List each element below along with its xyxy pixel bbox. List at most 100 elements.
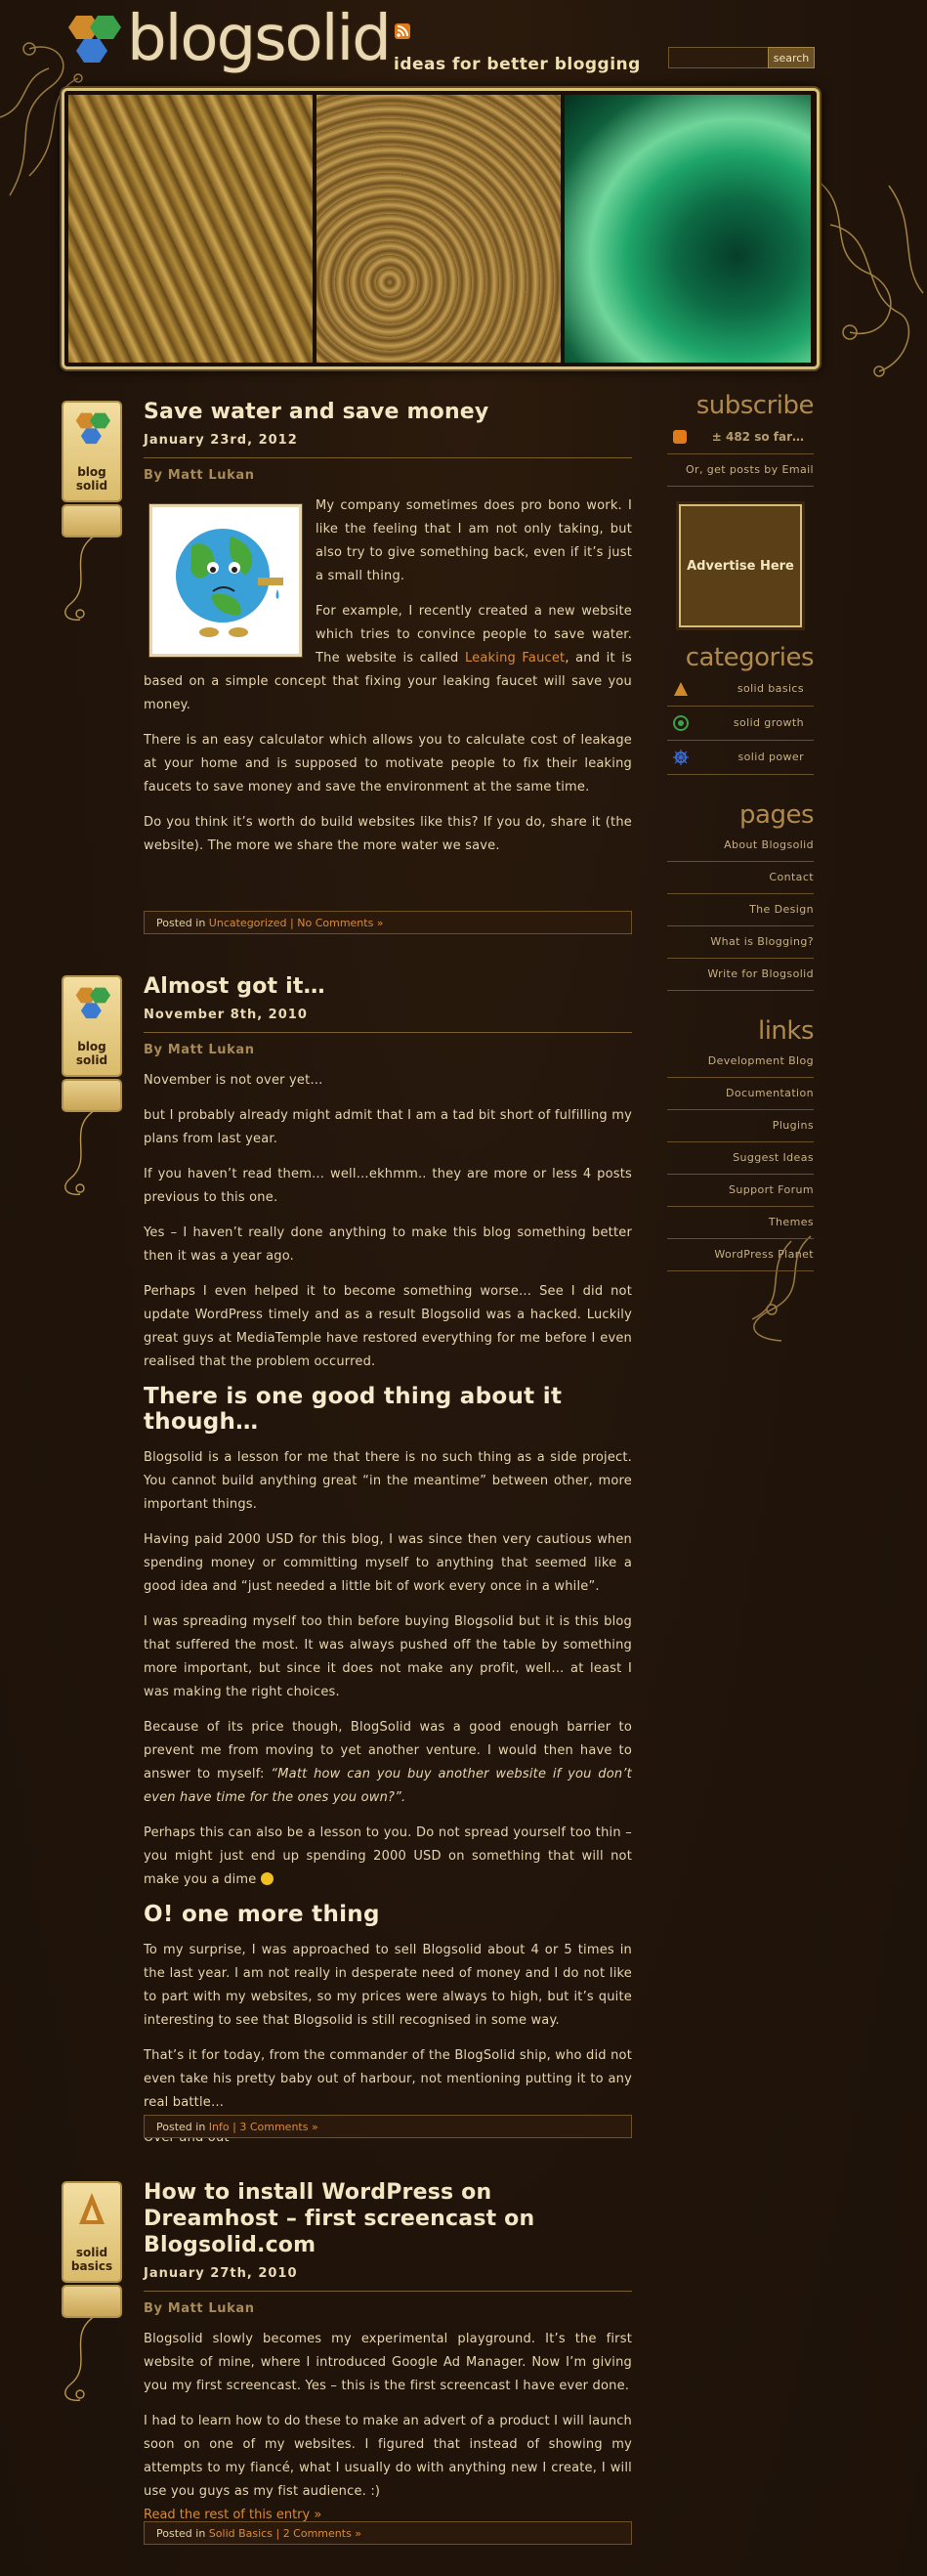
posted-in-label: Posted in — [156, 917, 206, 929]
badge-label: blog solid — [75, 465, 108, 493]
post-meta-bar: Posted in Uncategorized | No Comments » — [144, 911, 632, 934]
post-date: January 27th, 2010 — [144, 2266, 298, 2281]
post-date: November 8th, 2010 — [144, 1008, 308, 1022]
solid-basics-icon — [79, 2193, 105, 2224]
post-paragraph: There is an easy calculator which allows… — [144, 733, 632, 794]
badge-bottom — [62, 2285, 122, 2318]
post-author: By Matt Lukan — [144, 468, 255, 483]
read-more-link[interactable]: Read the rest of this entry » — [144, 2508, 321, 2522]
site-logo[interactable]: blogsolid — [63, 4, 395, 80]
post-body: My company sometimes does pro bono work.… — [144, 494, 632, 858]
post-category-badge: blog solid — [62, 975, 122, 1077]
category-label: solid growth — [733, 716, 804, 729]
link-themes[interactable]: Themes — [667, 1207, 814, 1239]
post-meta-bar: Posted in Info | 3 Comments » — [144, 2115, 632, 2138]
post-paragraph: I was spreading myself too thin before b… — [144, 1614, 632, 1699]
rss-icon[interactable] — [673, 430, 687, 444]
badge-bottom — [62, 504, 122, 537]
banner-photo-wood-rings — [316, 95, 561, 363]
comments-link[interactable]: No Comments » — [297, 917, 383, 929]
solid-growth-icon — [673, 715, 689, 731]
post-paragraph: November is not over yet… — [144, 1073, 323, 1088]
post-paragraph: Yes – I haven’t really done anything to … — [144, 1225, 632, 1264]
post-paragraph: but I probably already might admit that … — [144, 1108, 632, 1146]
post-title[interactable]: How to install WordPress on Dreamhost – … — [144, 2179, 632, 2258]
link-suggest-ideas[interactable]: Suggest Ideas — [667, 1142, 814, 1175]
page-link-what-is-blogging[interactable]: What is Blogging? — [667, 926, 814, 959]
search-input[interactable] — [668, 47, 772, 68]
post-title[interactable]: Save water and save money — [144, 399, 632, 425]
post: blog solid Save water and save money Jan… — [62, 399, 632, 934]
site-tagline: ideas for better blogging — [394, 55, 641, 74]
category-item-solid-growth[interactable]: solid growth — [667, 707, 814, 741]
post-body: Blogsolid slowly becomes my experimental… — [144, 2328, 632, 2522]
category-item-solid-power[interactable]: solid power — [667, 741, 814, 775]
divider — [144, 1032, 632, 1033]
post-title[interactable]: Almost got it… — [144, 973, 632, 1000]
post-paragraph: Perhaps I even helped it to become somet… — [144, 1284, 632, 1369]
post-paragraph: If you haven’t read them… well…ekhmm.. t… — [144, 1167, 632, 1205]
post-paragraph: Do you think it’s worth do build website… — [144, 815, 632, 853]
ornament-swirl — [64, 1110, 96, 1195]
search-button[interactable]: search — [768, 47, 815, 68]
category-link[interactable]: Uncategorized — [209, 917, 287, 929]
banner-photo-tree-bark — [68, 95, 313, 363]
post-paragraph: Having paid 2000 USD for this blog, I wa… — [144, 1532, 632, 1594]
logo-text: blogsolid — [127, 3, 392, 75]
post: solid basics How to install WordPress on… — [62, 2179, 632, 2545]
page-link-about[interactable]: About Blogsolid — [667, 830, 814, 862]
subscriber-count-row: ± 482 so far… — [667, 420, 814, 454]
page-link-design[interactable]: The Design — [667, 894, 814, 926]
smiley-icon — [260, 1872, 274, 1885]
category-link[interactable]: Info — [209, 2121, 230, 2133]
ornament-swirl-right — [810, 175, 924, 377]
ornament-swirl — [64, 536, 96, 621]
post-meta-bar: Posted in Solid Basics | 2 Comments » — [144, 2521, 632, 2545]
link-wordpress-planet[interactable]: WordPress Planet — [667, 1239, 814, 1271]
post-paragraph: To my surprise, I was approached to sell… — [144, 1943, 632, 2028]
posted-in-label: Posted in — [156, 2121, 206, 2133]
page-link-write[interactable]: Write for Blogsolid — [667, 959, 814, 991]
post-thumbnail-crying-earth — [149, 504, 302, 657]
post-body: November is not over yet… but I probably… — [144, 1069, 632, 2150]
post-category-badge: blog solid — [62, 401, 122, 502]
post-paragraph: Blogsolid is a lesson for me that there … — [144, 1450, 632, 1512]
leaking-faucet-link[interactable]: Leaking Faucet — [465, 651, 565, 665]
category-label: solid basics — [737, 682, 804, 695]
page: blogsolid ideas for better blogging sear… — [0, 0, 927, 2576]
divider — [144, 457, 632, 458]
link-support-forum[interactable]: Support Forum — [667, 1175, 814, 1207]
category-link[interactable]: Solid Basics — [209, 2527, 273, 2540]
rss-feed-icon[interactable] — [395, 23, 410, 39]
post-paragraph: That’s it for today, from the commander … — [144, 2048, 632, 2110]
advertise-here-box[interactable]: Advertise Here — [679, 504, 802, 627]
header-banner — [62, 88, 820, 369]
post-paragraph: Perhaps this can also be a lesson to you… — [144, 1822, 632, 1892]
category-item-solid-basics[interactable]: solid basics — [667, 672, 814, 707]
pages-heading: pages — [739, 800, 814, 830]
post-paragraph: Blogsolid slowly becomes my experimental… — [144, 2332, 632, 2393]
subscribe-heading: subscribe — [695, 391, 815, 420]
post-date: January 23rd, 2012 — [144, 433, 298, 448]
banner-photo-wave — [565, 95, 811, 363]
category-label: solid power — [737, 751, 804, 763]
solid-power-icon — [673, 750, 689, 765]
email-subscribe-link[interactable]: Or, get posts by Email — [667, 454, 814, 487]
logo-hexagons-icon — [75, 412, 110, 445]
post: blog solid Almost got it… November 8th, … — [62, 973, 632, 2150]
links-heading: links — [757, 1016, 815, 1046]
post-text: Perhaps this can also be a lesson to you… — [144, 1825, 632, 1887]
link-development-blog[interactable]: Development Blog — [667, 1046, 814, 1078]
badge-label: solid basics — [70, 2246, 113, 2273]
categories-heading: categories — [685, 643, 815, 672]
link-documentation[interactable]: Documentation — [667, 1078, 814, 1110]
comments-link[interactable]: 2 Comments » — [283, 2527, 361, 2540]
logo-hexagons-icon — [68, 16, 121, 63]
page-link-contact[interactable]: Contact — [667, 862, 814, 894]
link-plugins[interactable]: Plugins — [667, 1110, 814, 1142]
logo-hexagons-icon — [75, 987, 110, 1019]
post-paragraph: Because of its price though, BlogSolid w… — [144, 1716, 632, 1810]
comments-link[interactable]: 3 Comments » — [239, 2121, 317, 2133]
solid-basics-icon — [674, 682, 688, 696]
post-author: By Matt Lukan — [144, 2301, 255, 2316]
